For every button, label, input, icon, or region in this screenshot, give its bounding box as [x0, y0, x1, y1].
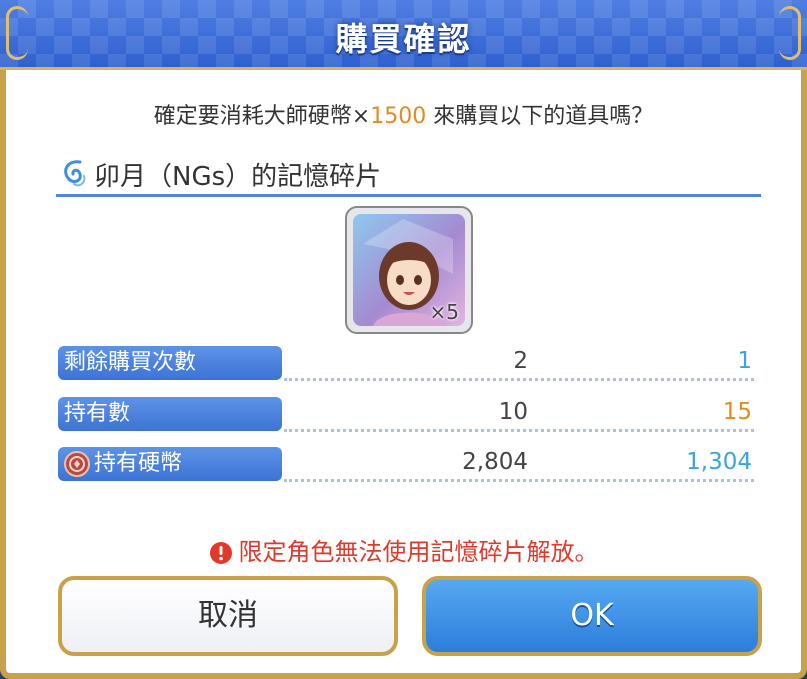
row-label: 持有硬幣	[58, 447, 282, 481]
row-label-text: 持有硬幣	[94, 451, 183, 476]
row-divider	[284, 479, 754, 482]
item-name: 卯月（NGs）的記憶碎片	[94, 162, 382, 192]
ok-button[interactable]: OK	[422, 576, 762, 656]
prompt-text-after: 來購買以下的道具嗎？	[426, 104, 654, 129]
warning-message: 限定角色無法使用記憶碎片解放。	[6, 532, 801, 567]
purchase-confirm-dialog: 購買確認 確定要消耗大師硬幣×1500 來購買以下的道具嗎？ 卯月（NGs）的記…	[0, 0, 807, 679]
row-remaining-purchases: 剩餘購買次數 2 1	[58, 346, 754, 382]
dialog-title: 購買確認	[335, 20, 472, 58]
row-value-before: 2	[513, 348, 528, 374]
item-thumbnail: ×5	[345, 206, 473, 334]
row-divider	[284, 429, 754, 432]
coin-icon	[64, 451, 90, 477]
row-label: 持有數	[58, 397, 282, 431]
row-value-after: 15	[722, 399, 752, 425]
item-quantity: ×5	[429, 300, 459, 324]
row-value-after: 1	[737, 348, 752, 374]
dialog-titlebar: 購買確認	[0, 0, 807, 70]
character-portrait: ×5	[353, 214, 465, 326]
row-label: 剩餘購買次數	[58, 346, 282, 380]
row-divider	[284, 378, 754, 381]
cancel-button[interactable]: 取消	[58, 576, 398, 656]
swirl-icon	[64, 160, 86, 187]
row-value-before: 10	[498, 399, 528, 425]
prompt-text-before: 確定要消耗大師硬幣×	[153, 104, 371, 129]
confirm-prompt: 確定要消耗大師硬幣×1500 來購買以下的道具嗎？	[6, 98, 801, 130]
warning-text: 限定角色無法使用記憶碎片解放。	[238, 538, 599, 566]
prompt-amount: 1500	[370, 104, 427, 129]
row-value-before: 2,804	[462, 449, 528, 475]
warning-icon	[209, 542, 232, 564]
row-value-after: 1,304	[686, 449, 752, 475]
row-owned-count: 持有數 10 15	[58, 397, 754, 433]
item-header: 卯月（NGs）的記憶碎片	[56, 152, 761, 197]
row-owned-coins: 持有硬幣 2,804 1,304	[58, 447, 754, 483]
